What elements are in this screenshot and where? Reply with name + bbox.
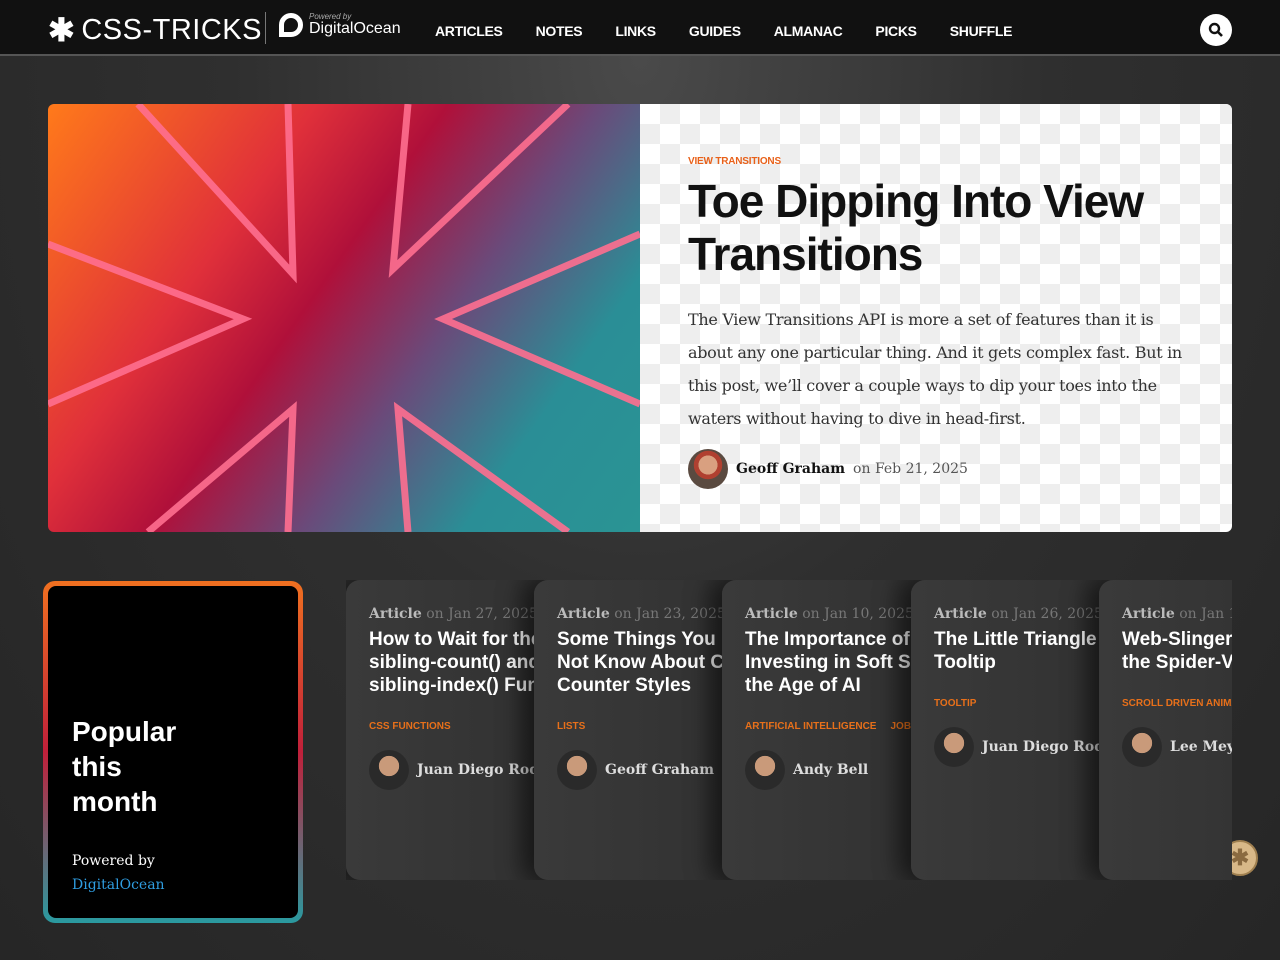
card-type: Article: [745, 606, 798, 622]
article-card[interactable]: Article on Jan 15, 2025 Web-Slinger.css:…: [1099, 580, 1232, 880]
divider: [265, 12, 266, 44]
byline: Geoff Graham on Feb 21, 2025: [688, 449, 1184, 489]
tag[interactable]: SCROLL DRIVEN ANIMATIONS: [1122, 698, 1232, 709]
article-title[interactable]: Toe Dipping Into View Transitions: [688, 175, 1184, 281]
powered-by-label: Powered by: [72, 853, 155, 869]
publish-date: on Feb 21, 2025: [853, 461, 968, 477]
avatar: [369, 750, 409, 790]
sponsor-name: DigitalOcean: [309, 20, 401, 37]
avatar: [557, 750, 597, 790]
popular-this-month: Popular this month Powered by DigitalOce…: [43, 581, 303, 923]
featured-content: VIEW TRANSITIONS Toe Dipping Into View T…: [640, 104, 1232, 532]
main-nav: ARTICLES NOTES LINKS GUIDES ALMANAC PICK…: [435, 23, 1012, 39]
sponsor-link[interactable]: DigitalOcean: [72, 877, 274, 893]
avatar: [934, 727, 974, 767]
nav-almanac[interactable]: ALMANAC: [774, 23, 843, 39]
card-date: on Jan 26, 2025: [991, 606, 1103, 622]
card-date: on Jan 15, 2025: [1179, 606, 1232, 622]
logo-text: CSS-TRICKS: [81, 13, 262, 46]
asterisk-icon: ✱: [48, 12, 76, 48]
search-button[interactable]: [1200, 14, 1232, 46]
nav-articles[interactable]: ARTICLES: [435, 23, 503, 39]
nav-guides[interactable]: GUIDES: [689, 23, 741, 39]
author-name: Geoff Graham: [605, 762, 715, 778]
popular-carousel[interactable]: Article on Jan 27, 2025 How to Wait for …: [346, 580, 1232, 880]
section-title: Popular this month: [72, 716, 177, 817]
tag[interactable]: LISTS: [557, 721, 585, 732]
author-name: Andy Bell: [793, 762, 869, 778]
card-date: on Jan 27, 2025: [426, 606, 538, 622]
featured-image: [48, 104, 640, 532]
article-excerpt: The View Transitions API is more a set o…: [688, 310, 1182, 428]
nav-shuffle[interactable]: SHUFFLE: [950, 23, 1013, 39]
card-tags: SCROLL DRIVEN ANIMATIONS: [1122, 698, 1232, 709]
card-author[interactable]: Lee Meyer: [1122, 727, 1232, 767]
avatar[interactable]: [688, 449, 728, 489]
avatar: [1122, 727, 1162, 767]
category-tag[interactable]: VIEW TRANSITIONS: [688, 156, 1184, 167]
card-type: Article: [369, 606, 422, 622]
search-icon: [1208, 22, 1223, 37]
nav-picks[interactable]: PICKS: [875, 23, 917, 39]
card-type: Article: [1122, 606, 1175, 622]
nav-notes[interactable]: NOTES: [536, 23, 583, 39]
tag[interactable]: CSS FUNCTIONS: [369, 721, 451, 732]
card-title[interactable]: Web-Slinger.css: Across the Spider-Verse: [1122, 628, 1232, 674]
site-header: ✱ CSS-TRICKS Powered by DigitalOcean ARTIC…: [0, 0, 1280, 56]
sponsor-link[interactable]: Powered by DigitalOcean: [279, 12, 401, 38]
card-meta: Article on Jan 15, 2025: [1122, 606, 1232, 622]
digitalocean-icon: [279, 13, 303, 37]
site-logo[interactable]: ✱ CSS-TRICKS: [48, 11, 262, 49]
card-type: Article: [557, 606, 610, 622]
tag[interactable]: ARTIFICIAL INTELLIGENCE: [745, 721, 876, 732]
card-date: on Jan 10, 2025: [802, 606, 914, 622]
author-name: Lee Meyer: [1170, 739, 1232, 755]
author-name[interactable]: Geoff Graham: [736, 461, 845, 477]
nav-links[interactable]: LINKS: [615, 23, 656, 39]
tag[interactable]: TOOLTIP: [934, 698, 976, 709]
avatar: [745, 750, 785, 790]
featured-article[interactable]: VIEW TRANSITIONS Toe Dipping Into View T…: [48, 104, 1232, 532]
card-type: Article: [934, 606, 987, 622]
card-date: on Jan 23, 2025: [614, 606, 726, 622]
